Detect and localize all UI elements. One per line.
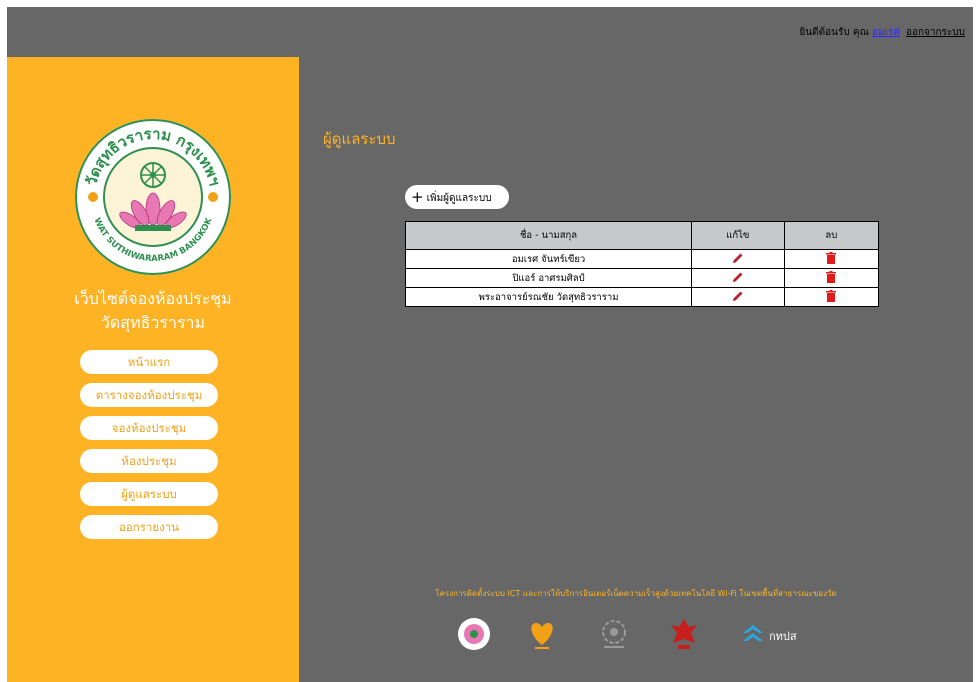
delete-button[interactable] bbox=[783, 287, 880, 307]
table-row: อมเรศ จันทร์เขียว bbox=[404, 249, 880, 269]
plus-icon: + bbox=[411, 188, 424, 206]
heart-foundation-logo bbox=[531, 623, 553, 649]
trash-icon bbox=[826, 270, 837, 283]
main-content: ผู้ดูแลระบบ + เพิ่มผู้ดูแลระบบ ชื่อ - นาม… bbox=[299, 57, 973, 682]
page-title: ผู้ดูแลระบบ bbox=[323, 130, 396, 148]
add-admin-label: เพิ่มผู้ดูแลระบบ bbox=[426, 193, 492, 204]
admin-name: พระอาจารย์รณชัย วัดสุทธิวราราม bbox=[404, 287, 693, 307]
welcome-prefix: ยินดีต้อนรับ คุณ bbox=[799, 27, 869, 38]
edit-button[interactable] bbox=[691, 287, 785, 307]
welcome-message: ยินดีต้อนรับ คุณ อมเรศ ออกจากระบบ bbox=[799, 25, 965, 40]
site-title-line2: วัดสุทธิวราราม bbox=[100, 313, 206, 332]
table-header-row: ชื่อ - นามสกุล แก้ไข ลบ bbox=[404, 221, 880, 250]
add-admin-button[interactable]: + เพิ่มผู้ดูแลระบบ bbox=[405, 185, 509, 209]
table-row: พระอาจารย์รณชัย วัดสุทธิวราราม bbox=[404, 287, 880, 307]
garuda-emblem-logo bbox=[671, 619, 697, 649]
delete-button[interactable] bbox=[783, 249, 880, 269]
temple-seal-logo bbox=[458, 618, 490, 650]
btfp-logo-text: กทปส bbox=[769, 630, 797, 643]
trash-icon bbox=[826, 251, 837, 264]
partner-logos: กทปส bbox=[457, 617, 837, 657]
header-edit: แก้ไข bbox=[691, 221, 785, 250]
nav-rooms[interactable]: ห้องประชุม bbox=[80, 449, 218, 473]
nav-book-room[interactable]: จองห้องประชุม bbox=[80, 416, 218, 440]
site-title-line1: เว็บไซต์จองห้องประชุม bbox=[74, 289, 232, 308]
edit-button[interactable] bbox=[691, 249, 785, 269]
logout-link[interactable]: ออกจากระบบ bbox=[906, 27, 965, 38]
table-row: ปิแอร์ อาศรมศิลป์ bbox=[404, 268, 880, 288]
nav-admins[interactable]: ผู้ดูแลระบบ bbox=[80, 482, 218, 506]
sidebar-nav: หน้าแรก ตารางจองห้องประชุม จองห้องประชุม… bbox=[80, 350, 218, 548]
header-delete: ลบ bbox=[783, 221, 880, 250]
edit-button[interactable] bbox=[691, 268, 785, 288]
nav-home[interactable]: หน้าแรก bbox=[80, 350, 218, 374]
top-bar: ยินดีต้อนรับ คุณ อมเรศ ออกจากระบบ bbox=[7, 7, 973, 57]
btfp-logo-icon bbox=[743, 625, 763, 641]
trash-icon bbox=[826, 289, 837, 302]
admin-table: ชื่อ - นามสกุล แก้ไข ลบ อมเรศ จันทร์เขีย… bbox=[404, 221, 880, 307]
nav-reports[interactable]: ออกรายงาน bbox=[80, 515, 218, 539]
nav-booking-schedule[interactable]: ตารางจองห้องประชุม bbox=[80, 383, 218, 407]
site-title: เว็บไซต์จองห้องประชุม วัดสุทธิวราราม bbox=[7, 287, 299, 335]
wheel-emblem-logo bbox=[602, 620, 626, 648]
temple-logo: วัดสุทธิวราราม กรุงเทพฯ WAT SUTHIWARARAM… bbox=[75, 119, 231, 275]
pencil-icon bbox=[732, 253, 743, 263]
header-name: ชื่อ - นามสกุล bbox=[404, 221, 693, 250]
pencil-icon bbox=[732, 291, 743, 301]
footer-project-text: โครงการติดตั้งระบบ ICT และการให้บริการอิ… bbox=[435, 589, 837, 598]
delete-button[interactable] bbox=[783, 268, 880, 288]
pencil-icon bbox=[732, 272, 743, 282]
admin-name: อมเรศ จันทร์เขียว bbox=[404, 249, 693, 269]
user-name-link[interactable]: อมเรศ bbox=[872, 27, 900, 38]
app-frame: ยินดีต้อนรับ คุณ อมเรศ ออกจากระบบ วัดสุท… bbox=[7, 7, 973, 682]
sidebar: วัดสุทธิวราราม กรุงเทพฯ WAT SUTHIWARARAM… bbox=[7, 57, 299, 682]
admin-name: ปิแอร์ อาศรมศิลป์ bbox=[404, 268, 693, 288]
